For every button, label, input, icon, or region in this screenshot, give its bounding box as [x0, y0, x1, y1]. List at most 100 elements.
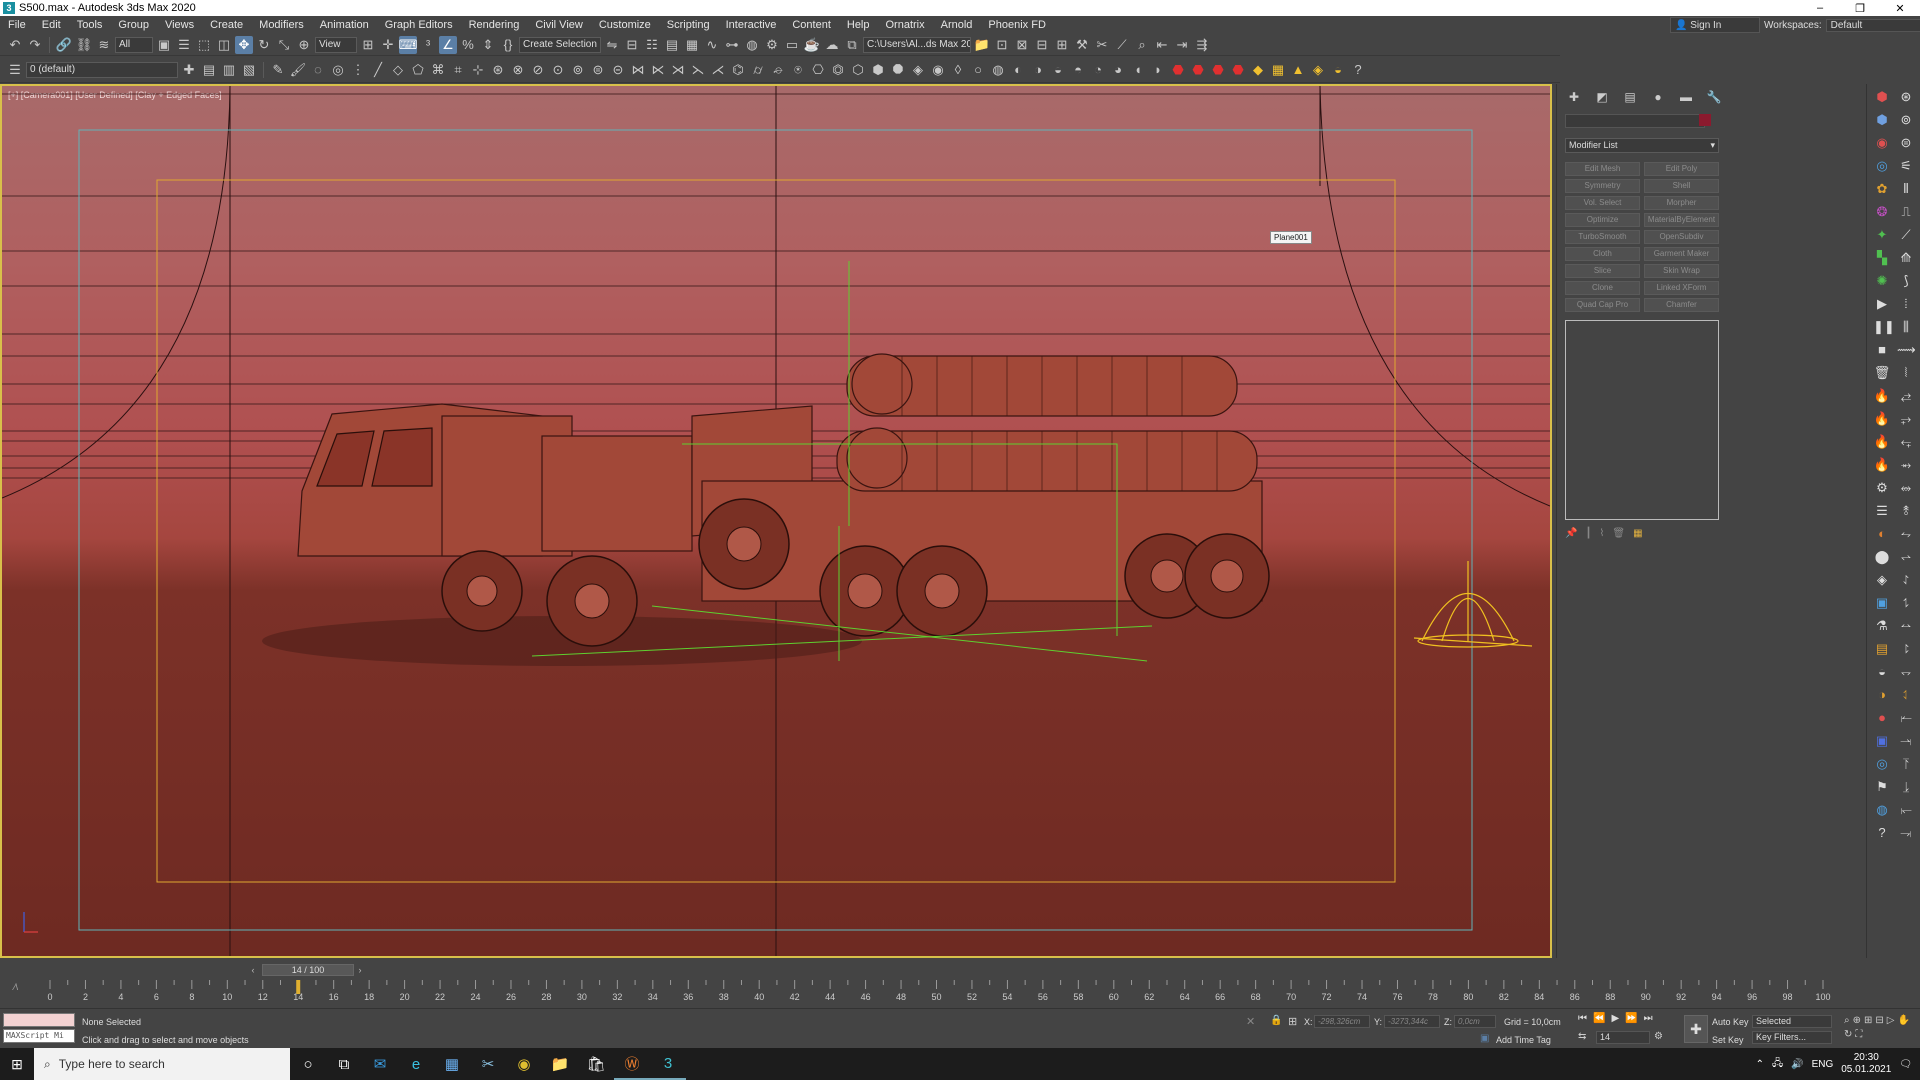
strip-tool-21-icon[interactable]: ▣: [1873, 732, 1891, 750]
maximize-button[interactable]: ❐: [1840, 2, 1880, 15]
set-key-button[interactable]: Set Key: [1712, 1035, 1744, 1045]
strip-tool-9-icon[interactable]: ✺: [1873, 272, 1891, 290]
strip-tool-24-icon[interactable]: ◍: [1873, 801, 1891, 819]
link-icon[interactable]: 🔗: [55, 36, 73, 54]
tray-apps-icon[interactable]: ⌃: [1756, 1059, 1764, 1070]
strip2-tool-4-icon[interactable]: ⚟: [1897, 157, 1915, 175]
strip-tool-16-icon[interactable]: ⚗: [1873, 617, 1891, 635]
make-unique-icon[interactable]: ⌇: [1599, 528, 1604, 539]
graphite-tool-26-icon[interactable]: ◉: [929, 61, 947, 79]
strip-tool-8-icon[interactable]: ▚: [1873, 249, 1891, 267]
y-coordinate-field[interactable]: -3273,344c: [1384, 1015, 1440, 1028]
strip2-tool-16-icon[interactable]: ⥆: [1897, 433, 1915, 451]
pause-icon[interactable]: ❚❚: [1873, 318, 1895, 336]
fire-4-icon[interactable]: 🔥: [1873, 456, 1891, 474]
strip2-tool-6-icon[interactable]: ⎍: [1897, 203, 1915, 221]
strip2-tool-3-icon[interactable]: ⊜: [1897, 134, 1915, 152]
vertex-tool-icon[interactable]: ⋮: [349, 61, 367, 79]
strip-help-icon[interactable]: ?: [1873, 824, 1891, 842]
yellow-tool-3-icon[interactable]: ▲: [1289, 61, 1307, 79]
go-to-end-icon[interactable]: ⏭: [1644, 1013, 1653, 1024]
stop-icon[interactable]: ■: [1873, 341, 1891, 359]
zoom-icon[interactable]: ⌕: [1844, 1015, 1850, 1026]
extra-tool-3-icon[interactable]: ⊞: [1053, 36, 1071, 54]
strip-tool-10-icon[interactable]: ⚙: [1873, 479, 1891, 497]
strip2-tool-10-icon[interactable]: ⦙: [1897, 295, 1915, 313]
menu-content[interactable]: Content: [784, 19, 839, 31]
smooth-tool-icon[interactable]: ◌: [309, 61, 327, 79]
extra-tool-2-icon[interactable]: ⊟: [1033, 36, 1051, 54]
schematic-view-icon[interactable]: ⊶: [723, 36, 741, 54]
next-frame-arrow-icon[interactable]: ›: [355, 964, 365, 976]
window-crossing-icon[interactable]: ◫: [215, 36, 233, 54]
menu-interactive[interactable]: Interactive: [718, 19, 785, 31]
graphite-tool-18-icon[interactable]: ⌮: [769, 61, 787, 79]
search-tool-icon[interactable]: ⌕: [1133, 36, 1151, 54]
zoom-extents-all-icon[interactable]: ⊟: [1875, 1015, 1883, 1026]
toggle-scene-explorer-icon[interactable]: ☷: [643, 36, 661, 54]
select-and-place-icon[interactable]: ⊕: [295, 36, 313, 54]
app-w-icon[interactable]: Ⓦ: [614, 1048, 650, 1080]
key-selection-dropdown[interactable]: Selected: [1752, 1015, 1832, 1028]
strip2-tool-31-icon[interactable]: ⥕: [1897, 778, 1915, 796]
configure-sets-icon[interactable]: ▦: [1633, 528, 1642, 539]
fire-3-icon[interactable]: 🔥: [1873, 433, 1891, 451]
trash-icon[interactable]: 🗑: [1873, 364, 1891, 382]
file-explorer-icon[interactable]: 📁: [542, 1048, 578, 1080]
store-app-icon[interactable]: 🛍: [578, 1048, 614, 1080]
strip2-tool-26-icon[interactable]: ⥐: [1897, 663, 1915, 681]
strip-tool-14-icon[interactable]: ◈: [1873, 571, 1891, 589]
graphite-tool-12-icon[interactable]: ⋉: [649, 61, 667, 79]
z-coordinate-field[interactable]: 0,0cm: [1454, 1015, 1496, 1028]
edge-tool-icon[interactable]: ╱: [369, 61, 387, 79]
chrome-browser-icon[interactable]: ◉: [506, 1048, 542, 1080]
strip-tool-2-icon[interactable]: ⬢: [1873, 111, 1891, 129]
graphite-tool-33-icon[interactable]: ◓: [1069, 61, 1087, 79]
graphite-tool-27-icon[interactable]: ◊: [949, 61, 967, 79]
display-tab-icon[interactable]: ▬: [1677, 90, 1695, 106]
strip-tool-5-icon[interactable]: ✿: [1873, 180, 1891, 198]
zoom-extents-icon[interactable]: ⊞: [1864, 1015, 1872, 1026]
key-mode-toggle-icon[interactable]: ⇆: [1578, 1031, 1586, 1042]
poly-tool-icon[interactable]: ◇: [389, 61, 407, 79]
strip-tool-11-icon[interactable]: ☰: [1873, 502, 1891, 520]
render-batch-icon[interactable]: ⇶: [1193, 36, 1211, 54]
graphite-tool-24-icon[interactable]: ⯃: [889, 61, 907, 79]
reference-coordinate-dropdown[interactable]: View: [315, 36, 357, 53]
maxscript-input[interactable]: [3, 1013, 75, 1027]
curve-editor-icon[interactable]: ∿: [703, 36, 721, 54]
create-tab-icon[interactable]: ✚: [1565, 90, 1583, 106]
menu-edit[interactable]: Edit: [34, 19, 69, 31]
strip2-tool-21-icon[interactable]: ⥋: [1897, 548, 1915, 566]
modifier-list-dropdown[interactable]: Modifier List ▾: [1565, 138, 1719, 153]
set-key-icon[interactable]: ✚: [1684, 1015, 1708, 1043]
minimize-button[interactable]: –: [1800, 2, 1840, 15]
rectangular-selection-icon[interactable]: ⬚: [195, 36, 213, 54]
strip-tool-17-icon[interactable]: ▤: [1873, 640, 1891, 658]
mirror-icon[interactable]: ⇋: [603, 36, 621, 54]
strip2-tool-30-icon[interactable]: ⥔: [1897, 755, 1915, 773]
strip-tool-23-icon[interactable]: ⚑: [1873, 778, 1891, 796]
brush-tool-icon[interactable]: ✎: [269, 61, 287, 79]
modifier-opensubdiv-button[interactable]: OpenSubdiv: [1644, 230, 1719, 244]
strip-tool-12-icon[interactable]: ◐: [1873, 525, 1891, 543]
extra-tool-icon[interactable]: ⊠: [1013, 36, 1031, 54]
yellow-tool-5-icon[interactable]: ◒: [1329, 61, 1347, 79]
align-icon[interactable]: ⊟: [623, 36, 641, 54]
time-config-icon[interactable]: ⚙: [1654, 1031, 1663, 1042]
motion-tab-icon[interactable]: ●: [1649, 90, 1667, 106]
menu-create[interactable]: Create: [202, 19, 251, 31]
pivot-point-icon[interactable]: ⊞: [359, 36, 377, 54]
graphite-tool-37-icon[interactable]: ◗: [1149, 61, 1167, 79]
render-production-icon[interactable]: ☕: [803, 36, 821, 54]
strip2-tool-15-icon[interactable]: ⥅: [1897, 410, 1915, 428]
graphite-tool-1-icon[interactable]: ⌘: [429, 61, 447, 79]
snaps-toggle-icon[interactable]: ³: [419, 36, 437, 54]
timeline-ruler[interactable]: 0 2 4 6 8 10 12 14 16 18 20 22 24 26 28 30 32 34 36 38 40 42 4…: [0, 980, 1870, 1008]
unlink-icon[interactable]: ⛓: [75, 36, 93, 54]
graphite-tool-5-icon[interactable]: ⊗: [509, 61, 527, 79]
graphite-tool-6-icon[interactable]: ⊘: [529, 61, 547, 79]
fire-2-icon[interactable]: 🔥: [1873, 410, 1891, 428]
strip2-tool-19-icon[interactable]: ⥉: [1897, 502, 1915, 520]
render-region-icon[interactable]: ⇤: [1153, 36, 1171, 54]
